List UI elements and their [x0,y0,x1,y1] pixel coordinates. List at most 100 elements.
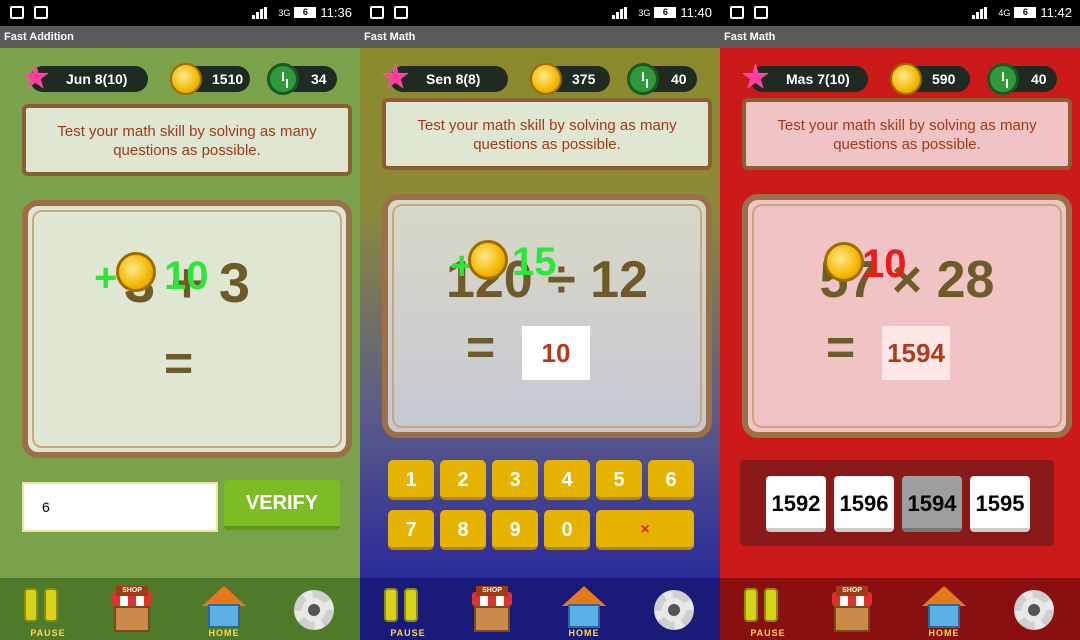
timer-count: 34 [311,71,327,87]
game-area: ★ Mas 7(10) 590 40 Test your math skill … [720,48,1080,578]
clock-icon [627,63,659,95]
question-expression: 57 × 28 [819,251,995,309]
level-badge: ★ Sen 8(8) [382,63,508,93]
clock-time: 11:42 [1040,5,1072,20]
pause-button[interactable]: PAUSE [380,586,436,640]
bottom-nav: PAUSE SHOP HOME [0,578,360,640]
level-text: Sen 8(8) [426,71,481,87]
status-bar: 4G 6 11:42 [720,0,1080,26]
key-4[interactable]: 4 [544,460,590,500]
shop-label: SHOP [476,586,508,596]
verify-button[interactable]: VERIFY [224,480,340,530]
level-text: Mas 7(10) [786,71,850,87]
status-bar: 3G 6 11:36 [0,0,360,26]
app-title: Fast Math [720,26,1080,48]
network-type: 4G [998,7,1011,18]
settings-button[interactable] [286,586,342,640]
home-button[interactable]: HOME [916,586,972,640]
key-6[interactable]: 6 [648,460,694,500]
key-3[interactable]: 3 [492,460,538,500]
gear-icon [654,590,694,630]
key-2[interactable]: 2 [440,460,486,500]
home-icon [562,586,606,606]
panel-fast-math-keypad: 3G 6 11:40 Fast Math ★ Sen 8(8) 375 40 T… [360,0,720,640]
home-label: HOME [928,628,960,638]
instruction-text: Test your math skill by solving as many … [742,98,1072,170]
pause-label: PAUSE [750,628,786,638]
home-icon [922,586,966,606]
pause-label: PAUSE [390,628,426,638]
timer-count: 40 [671,71,687,87]
bonus-value: 10 [862,242,907,286]
delete-key[interactable]: × [596,510,694,550]
star-icon: ★ [742,61,769,94]
settings-button[interactable] [646,586,702,640]
timer-badge: 40 [987,63,1057,95]
home-icon [202,586,246,606]
shop-button[interactable]: SHOP [824,586,880,640]
signal-icon [612,6,634,19]
panel-fast-math-choices: 4G 6 11:42 Fast Math ★ Mas 7(10) 590 40 … [720,0,1080,640]
home-label: HOME [208,628,240,638]
gear-icon [1014,590,1054,630]
gear-icon [294,590,334,630]
signal-icon [972,6,994,19]
answer-display: 1594 [882,326,950,380]
timer-count: 40 [1031,71,1047,87]
clock-time: 11:40 [680,5,712,20]
coin-icon [530,63,562,95]
shop-button[interactable]: SHOP [104,586,160,640]
home-button[interactable]: HOME [556,586,612,640]
key-1[interactable]: 1 [388,460,434,500]
shop-label: SHOP [116,586,148,596]
app-title: Fast Math [360,26,720,48]
coins-badge: 1510 [170,63,250,95]
answer-display: 10 [522,326,590,380]
screenshot-icon [370,6,384,19]
timer-badge: 34 [267,63,337,95]
app-title: Fast Addition [0,26,360,48]
home-button[interactable]: HOME [196,586,252,640]
home-label: HOME [568,628,600,638]
answer-input[interactable] [22,482,218,532]
network-type: 3G [278,7,291,18]
bonus-value: 10 [164,254,209,298]
clock-icon [267,63,299,95]
choice-button[interactable]: 1595 [970,476,1030,532]
coins-count: 1510 [212,71,244,87]
question-board: 3 + 3 + 10 = [22,200,352,458]
coins-count: 590 [932,71,956,87]
choice-button[interactable]: 1596 [834,476,894,532]
status-bar: 3G 6 11:40 [360,0,720,26]
key-9[interactable]: 9 [492,510,538,550]
key-5[interactable]: 5 [596,460,642,500]
screenshot-icon [730,6,744,19]
pause-icon [384,588,418,622]
star-icon: ★ [382,61,409,94]
bottom-nav: PAUSE SHOP HOME [360,578,720,640]
settings-button[interactable] [1006,586,1062,640]
choice-button[interactable]: 1592 [766,476,826,532]
key-8[interactable]: 8 [440,510,486,550]
battery-icon: 6 [654,7,677,18]
clock-icon [987,63,1019,95]
pause-button[interactable]: PAUSE [20,586,76,640]
bonus-coin-icon [824,242,864,282]
answer-choices: 1592 1596 1594 1595 [740,460,1054,546]
key-0[interactable]: 0 [544,510,590,550]
equals-sign: = [826,319,856,375]
instruction-text: Test your math skill by solving as many … [382,98,712,170]
pause-icon [24,588,58,622]
coins-count: 375 [572,71,596,87]
coin-icon [890,63,922,95]
pause-button[interactable]: PAUSE [740,586,796,640]
panel-fast-addition: 3G 6 11:36 Fast Addition ★ Jun 8(10) 151… [0,0,360,640]
shop-button[interactable]: SHOP [464,586,520,640]
message-icon [754,6,768,19]
key-7[interactable]: 7 [388,510,434,550]
battery-icon: 6 [294,7,317,18]
clock-time: 11:36 [320,5,352,20]
choice-button-selected[interactable]: 1594 [902,476,962,532]
bonus-plus: + [94,256,118,300]
bonus-value: 15 [512,240,557,284]
